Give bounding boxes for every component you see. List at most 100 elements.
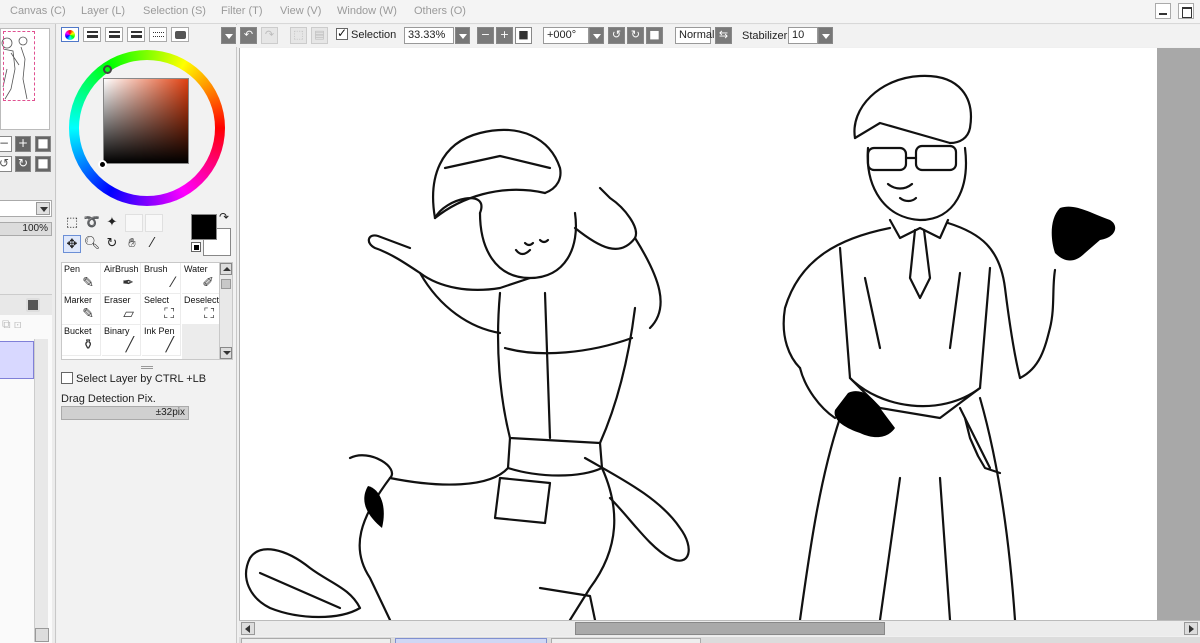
stabilizer-dropdown[interactable]: [818, 27, 833, 44]
brush-bucket[interactable]: Bucket ⚱: [62, 325, 101, 356]
zoom-dropdown[interactable]: [455, 27, 470, 44]
scroll-left-icon[interactable]: [241, 622, 255, 635]
rotate-reset-button[interactable]: ■: [35, 156, 51, 172]
toolbar-zoom-in-button[interactable]: +: [496, 27, 513, 44]
rotate-right-button[interactable]: ↻: [15, 156, 31, 172]
deselect-button[interactable]: ⬚: [290, 27, 307, 44]
hue-marker[interactable]: [103, 65, 112, 74]
brush-label: Deselect: [184, 295, 220, 305]
rotate-ccw-button[interactable]: ↺: [608, 27, 625, 44]
rotate-reset-toolbar-button[interactable]: ■: [646, 27, 663, 44]
sv-marker[interactable]: [98, 160, 107, 169]
minimize-icon[interactable]: [1154, 3, 1171, 19]
scroll-thumb[interactable]: [221, 279, 231, 289]
panel-divider-handle[interactable]: [141, 366, 153, 369]
menu-view[interactable]: View (V): [280, 5, 321, 17]
menu-canvas[interactable]: Canvas (C): [10, 5, 66, 17]
zoom-field[interactable]: 33.33%: [404, 27, 454, 44]
brush-pen[interactable]: Pen ✎: [62, 263, 101, 294]
layer-scrollbar[interactable]: [34, 339, 49, 642]
brush-deselect[interactable]: Deselect ⛶: [182, 294, 220, 325]
redo-button[interactable]: ↷: [261, 27, 278, 44]
zoom-icon[interactable]: 🔍︎: [83, 235, 101, 253]
toolbar-zoom-reset-button[interactable]: ■: [515, 27, 532, 44]
selection-toggle[interactable]: Selection: [336, 26, 396, 41]
select-layer-checkbox[interactable]: [61, 372, 73, 384]
rotate-left-button[interactable]: ↺: [0, 156, 12, 172]
deselect-icon: ⛶: [204, 306, 214, 322]
rotate-icon[interactable]: ↻: [103, 235, 121, 253]
toolbar-dropdown[interactable]: [221, 27, 236, 44]
brush-brush[interactable]: Brush ⁄: [142, 263, 181, 294]
rotation-dropdown[interactable]: [589, 27, 604, 44]
rotation-field[interactable]: +000°: [543, 27, 589, 44]
saturation-value-square[interactable]: [103, 78, 189, 164]
menu-bar: Canvas (C) Layer (L) Selection (S) Filte…: [0, 0, 1200, 24]
hsv-slider-tab[interactable]: [105, 27, 123, 42]
brush-select[interactable]: Select ⛶: [142, 294, 181, 325]
document-tab[interactable]: [551, 638, 701, 643]
rect-select-icon[interactable]: ⬚: [63, 214, 81, 232]
drawing-canvas[interactable]: [240, 48, 1157, 620]
menu-selection[interactable]: Selection (S): [143, 5, 206, 17]
brush-binary[interactable]: Binary ╱: [102, 325, 141, 356]
scroll-right-icon[interactable]: [1184, 622, 1198, 635]
swatch-tab[interactable]: [149, 27, 167, 42]
swap-colors-icon[interactable]: ↷: [219, 210, 229, 224]
hand-icon[interactable]: ✋︎: [123, 235, 141, 253]
rgb-slider-tab[interactable]: [83, 27, 101, 42]
menu-filter[interactable]: Filter (T): [221, 5, 263, 17]
brush-ink-pen[interactable]: Ink Pen ╱: [142, 325, 181, 356]
drag-detection-slider[interactable]: ±32pix: [61, 406, 189, 420]
zoom-out-button[interactable]: −: [0, 136, 12, 152]
stabilizer-field[interactable]: 10: [788, 27, 818, 44]
brush-water[interactable]: Water ✐: [182, 263, 220, 294]
document-tab-active[interactable]: [395, 638, 547, 643]
hue-ring[interactable]: [69, 50, 225, 206]
scratchpad-tab[interactable]: [171, 27, 189, 42]
reset-colors-icon[interactable]: [191, 242, 201, 252]
scroll-down-icon[interactable]: [220, 347, 232, 359]
menu-layer[interactable]: Layer (L): [81, 5, 125, 17]
color-wheel-tab[interactable]: [61, 27, 79, 42]
magic-wand-icon[interactable]: ✦: [103, 214, 121, 232]
brush-marker[interactable]: Marker ✎: [62, 294, 101, 325]
new-layer-icon[interactable]: ⧉ ⊡: [2, 317, 22, 332]
undo-button[interactable]: ↶: [240, 27, 257, 44]
scroll-up-icon[interactable]: [220, 263, 232, 275]
brush-icon: ⁄: [171, 275, 174, 291]
select-layer-option[interactable]: Select Layer by CTRL +LB: [61, 372, 206, 385]
menu-window[interactable]: Window (W): [337, 5, 397, 17]
rotate-cw-button[interactable]: ↻: [627, 27, 644, 44]
menu-others[interactable]: Others (O): [414, 5, 466, 17]
flip-horizontal-button[interactable]: ⇆: [715, 27, 732, 44]
horizontal-scrollbar[interactable]: [239, 620, 1200, 636]
navigator-thumbnail[interactable]: [0, 28, 50, 130]
layer-opacity-field[interactable]: 100%: [0, 222, 52, 236]
vertical-scrollbar[interactable]: [1157, 48, 1200, 620]
hscroll-thumb[interactable]: [575, 622, 885, 635]
blend-mode-field[interactable]: Normal: [675, 27, 714, 44]
document-tab[interactable]: [241, 638, 391, 643]
toolbar-zoom-out-button[interactable]: −: [477, 27, 494, 44]
foreground-color-front[interactable]: [191, 214, 217, 240]
layer-visibility-icon[interactable]: [26, 298, 40, 312]
navigator-view-rect[interactable]: [3, 31, 35, 101]
lasso-icon[interactable]: ➰: [83, 214, 101, 232]
glove-left: [834, 391, 895, 438]
invert-selection-button[interactable]: ▤: [311, 27, 328, 44]
selection-checkbox[interactable]: [336, 26, 348, 40]
canvas-area: [239, 48, 1200, 620]
scroll-down-icon[interactable]: [35, 628, 49, 642]
color-mix-tab[interactable]: [127, 27, 145, 42]
zoom-in-button[interactable]: +: [15, 136, 31, 152]
layer-blend-dropdown[interactable]: [0, 200, 52, 217]
brush-airbrush[interactable]: AirBrush ✒: [102, 263, 141, 294]
eyedropper-icon[interactable]: ⁄: [143, 235, 161, 253]
brush-eraser[interactable]: Eraser ▱: [102, 294, 141, 325]
brush-scrollbar[interactable]: [219, 262, 233, 360]
layer-item-selected[interactable]: [0, 341, 34, 379]
zoom-reset-button[interactable]: ■: [35, 136, 51, 152]
maximize-icon[interactable]: [1178, 3, 1194, 19]
move-icon[interactable]: ✥: [63, 235, 81, 253]
